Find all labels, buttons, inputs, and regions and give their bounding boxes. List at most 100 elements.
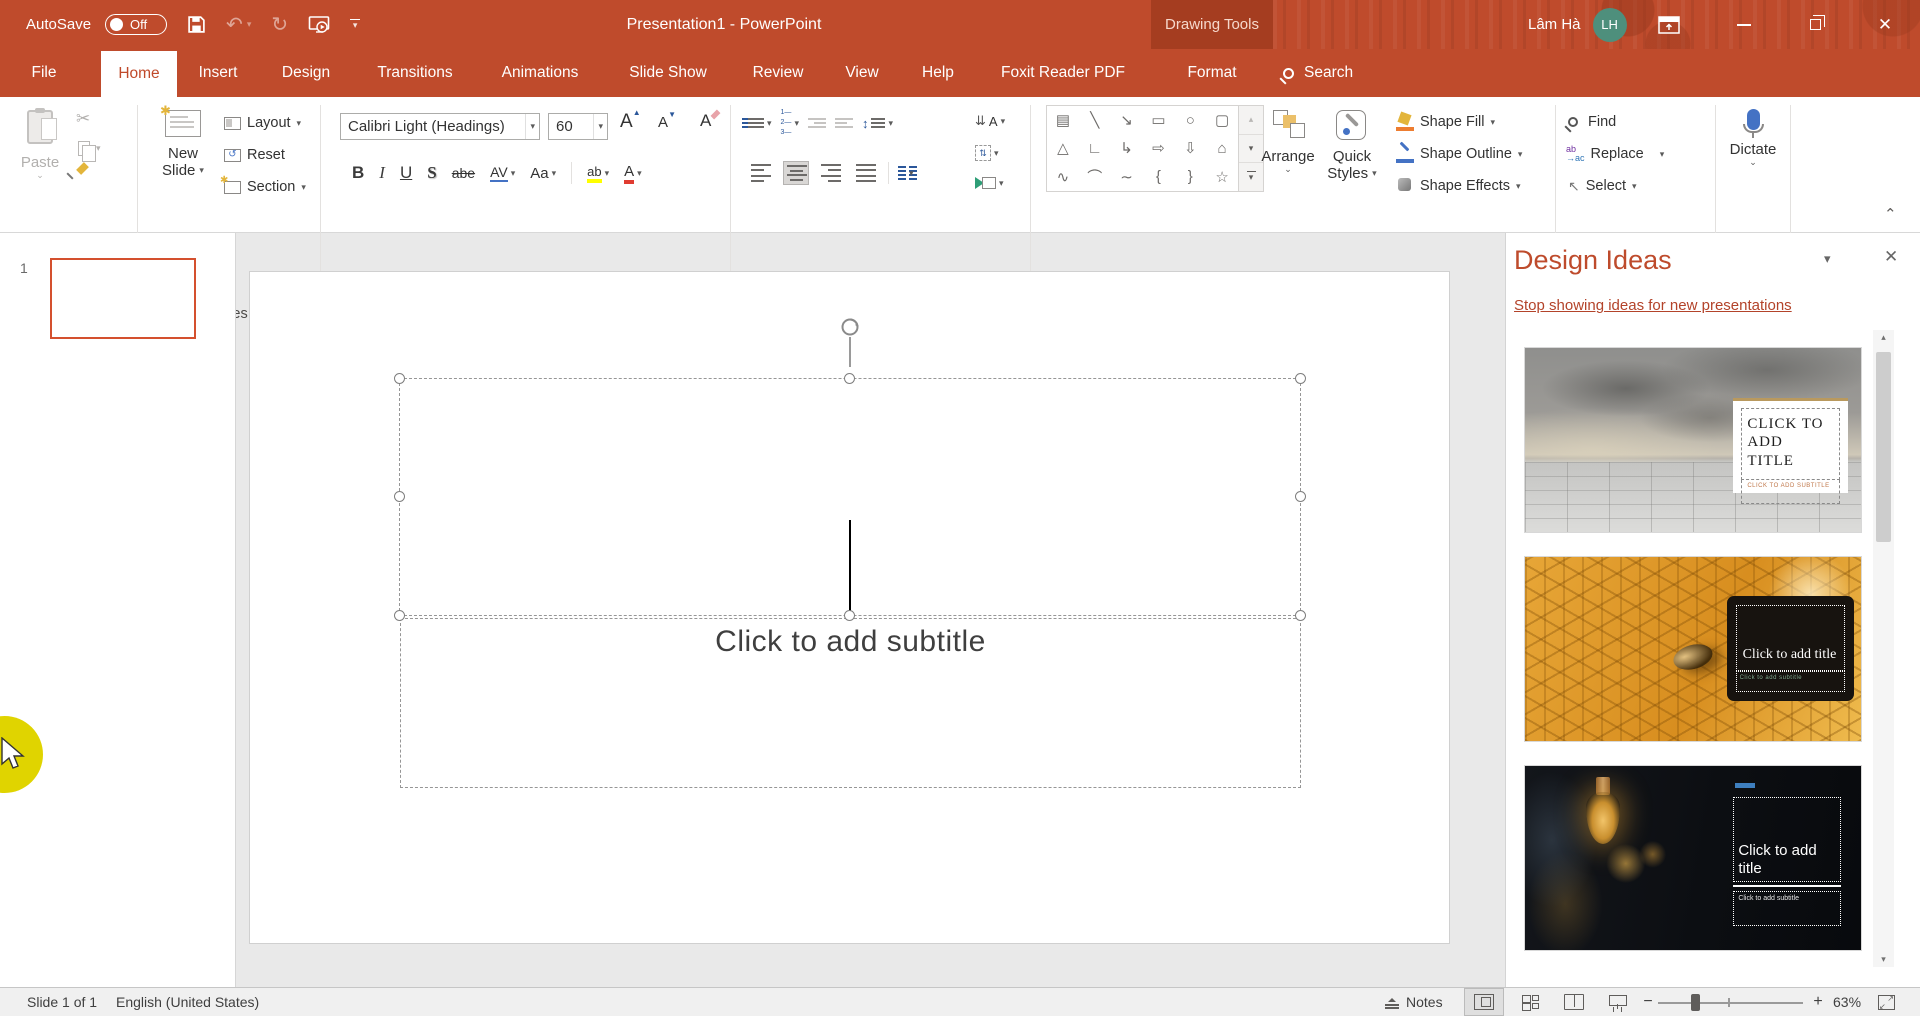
bullets-button[interactable]: ▾ <box>748 118 772 128</box>
tab-file[interactable]: File <box>32 49 57 97</box>
character-spacing-button[interactable]: AV ▾ <box>490 164 515 182</box>
rotate-handle[interactable] <box>839 316 861 338</box>
shape-star-icon[interactable]: ☆ <box>1206 163 1238 191</box>
shape-curve-icon[interactable]: ∼ <box>1111 163 1143 191</box>
tab-help[interactable]: Help <box>922 49 954 97</box>
clear-formatting-button[interactable]: A <box>700 111 711 131</box>
quick-styles-button[interactable]: Quick Styles▾ <box>1320 106 1384 202</box>
increase-font-size-button[interactable]: A▲ <box>620 111 633 133</box>
cut-button[interactable]: ✂ <box>76 109 90 129</box>
section-button[interactable]: ✱ Section ▾ <box>224 174 306 200</box>
notes-button[interactable]: Notes <box>1385 988 1443 1016</box>
subtitle-placeholder[interactable]: Click to add subtitle <box>400 618 1301 788</box>
shape-line-arrow-icon[interactable]: ↘ <box>1111 106 1143 134</box>
italic-button[interactable]: I <box>379 163 385 183</box>
shape-arc-icon[interactable]: ⌒ <box>1079 163 1111 191</box>
paste-button[interactable]: Paste ⌄ <box>14 106 66 202</box>
shape-text-box-icon[interactable]: ▤ <box>1047 106 1079 134</box>
tab-format[interactable]: Format <box>1187 49 1236 97</box>
resize-handle-bottom-center[interactable] <box>844 610 855 621</box>
text-highlight-color-button[interactable]: ab ▾ <box>587 164 609 183</box>
tab-transitions[interactable]: Transitions <box>377 49 452 97</box>
slide-canvas[interactable]: Click to add subtitle <box>249 271 1450 944</box>
tab-animations[interactable]: Animations <box>502 49 579 97</box>
select-button[interactable]: ↖ Select ▾ <box>1568 173 1637 199</box>
find-button[interactable]: Find <box>1568 109 1616 135</box>
zoom-slider-thumb[interactable] <box>1691 994 1700 1011</box>
font-name-combobox[interactable]: Calibri Light (Headings) ▾ <box>340 113 540 140</box>
resize-handle-top-right[interactable] <box>1295 373 1306 384</box>
tab-design[interactable]: Design <box>282 49 330 97</box>
tab-foxit-reader-pdf[interactable]: Foxit Reader PDF <box>1001 49 1125 97</box>
minimize-button[interactable] <box>1715 0 1773 49</box>
customize-qat-button[interactable]: ▾ <box>350 19 360 31</box>
decrease-indent-button[interactable] <box>808 118 826 128</box>
design-idea-thumbnail-3[interactable]: Click to add title Click to add subtitle <box>1524 765 1862 951</box>
font-color-button[interactable]: A ▾ <box>624 163 642 184</box>
shape-left-brace-icon[interactable]: { <box>1143 163 1175 191</box>
design-idea-thumbnail-2[interactable]: Click to add title Click to add subtitle <box>1524 556 1862 742</box>
autosave-toggle[interactable]: Off <box>105 14 167 35</box>
resize-handle-top-left[interactable] <box>394 373 405 384</box>
text-shadow-button[interactable]: S <box>427 163 436 183</box>
search-control[interactable]: Search <box>1283 49 1353 97</box>
scrollbar-up-icon[interactable]: ▴ <box>1873 332 1894 343</box>
zoom-level[interactable]: 63% <box>1833 988 1861 1016</box>
stop-showing-ideas-link[interactable]: Stop showing ideas for new presentations <box>1514 297 1792 314</box>
normal-view-button[interactable] <box>1464 988 1504 1016</box>
zoom-out-button[interactable]: − <box>1638 988 1658 1016</box>
convert-smartart-button[interactable]: ▾ <box>975 177 1004 189</box>
close-button[interactable]: ✕ <box>1856 0 1914 49</box>
resize-handle-middle-left[interactable] <box>394 491 405 502</box>
resize-handle-top-center[interactable] <box>844 373 855 384</box>
align-right-button[interactable] <box>818 161 844 185</box>
underline-button[interactable]: U <box>400 163 412 183</box>
tab-slide-show[interactable]: Slide Show <box>629 49 707 97</box>
shape-rectangle-icon[interactable]: ▭ <box>1143 106 1175 134</box>
shape-elbow-arrow-icon[interactable]: ↳ <box>1111 134 1143 162</box>
shape-right-arrow-icon[interactable]: ⇨ <box>1143 134 1175 162</box>
shape-rounded-rectangle-icon[interactable]: ▢ <box>1206 106 1238 134</box>
change-case-button[interactable]: Aa ▾ <box>530 165 556 182</box>
arrange-button[interactable]: Arrange ⌄ <box>1260 106 1316 202</box>
resize-handle-bottom-left[interactable] <box>394 610 405 621</box>
shape-right-brace-icon[interactable]: } <box>1174 163 1206 191</box>
shape-scribble-icon[interactable]: ∿ <box>1047 163 1079 191</box>
increase-indent-button[interactable] <box>835 118 853 128</box>
align-center-button[interactable] <box>783 161 809 185</box>
shape-freeform-icon[interactable]: ⌂ <box>1206 134 1238 162</box>
bold-button[interactable]: B <box>352 163 364 183</box>
new-slide-button[interactable]: ✱ New Slide▾ <box>150 106 216 202</box>
layout-button[interactable]: Layout ▾ <box>224 110 301 136</box>
language-indicator[interactable]: English (United States) <box>116 988 259 1016</box>
decrease-font-size-button[interactable]: A▼ <box>658 114 668 131</box>
shape-effects-button[interactable]: Shape Effects ▾ <box>1396 173 1521 199</box>
reset-button[interactable]: ↺ Reset <box>224 142 285 168</box>
strikethrough-button[interactable]: abe <box>452 165 475 181</box>
align-text-button[interactable]: ⇅ ▾ <box>975 145 999 161</box>
shape-triangle-icon[interactable]: △ <box>1047 134 1079 162</box>
resize-handle-bottom-right[interactable] <box>1295 610 1306 621</box>
collapse-ribbon-button[interactable]: ⌃ <box>1884 205 1897 223</box>
shape-fill-button[interactable]: Shape Fill ▾ <box>1396 109 1495 135</box>
avatar[interactable]: LH <box>1593 8 1627 42</box>
resize-handle-middle-right[interactable] <box>1295 491 1306 502</box>
save-button[interactable] <box>187 15 206 34</box>
line-spacing-button[interactable]: ↕ ▾ <box>862 116 893 131</box>
copy-button[interactable]: ▾ <box>78 141 101 156</box>
design-pane-scrollbar[interactable]: ▴ ▾ <box>1873 330 1894 967</box>
font-size-combobox[interactable]: 60 ▾ <box>548 113 608 140</box>
zoom-slider[interactable] <box>1658 988 1803 1016</box>
tab-view[interactable]: View <box>845 49 878 97</box>
align-left-button[interactable] <box>748 161 774 185</box>
tab-review[interactable]: Review <box>753 49 804 97</box>
shape-down-arrow-icon[interactable]: ⇩ <box>1174 134 1206 162</box>
start-from-beginning-button[interactable] <box>308 15 330 35</box>
shape-oval-icon[interactable]: ○ <box>1174 106 1206 134</box>
restore-button[interactable] <box>1786 0 1844 49</box>
pane-close-icon[interactable]: ✕ <box>1884 247 1898 267</box>
scrollbar-down-icon[interactable]: ▾ <box>1873 954 1894 965</box>
reading-view-button[interactable] <box>1556 988 1592 1016</box>
dictate-button[interactable]: Dictate ⌄ <box>1722 106 1784 202</box>
columns-button[interactable]: ▾ <box>898 166 914 180</box>
